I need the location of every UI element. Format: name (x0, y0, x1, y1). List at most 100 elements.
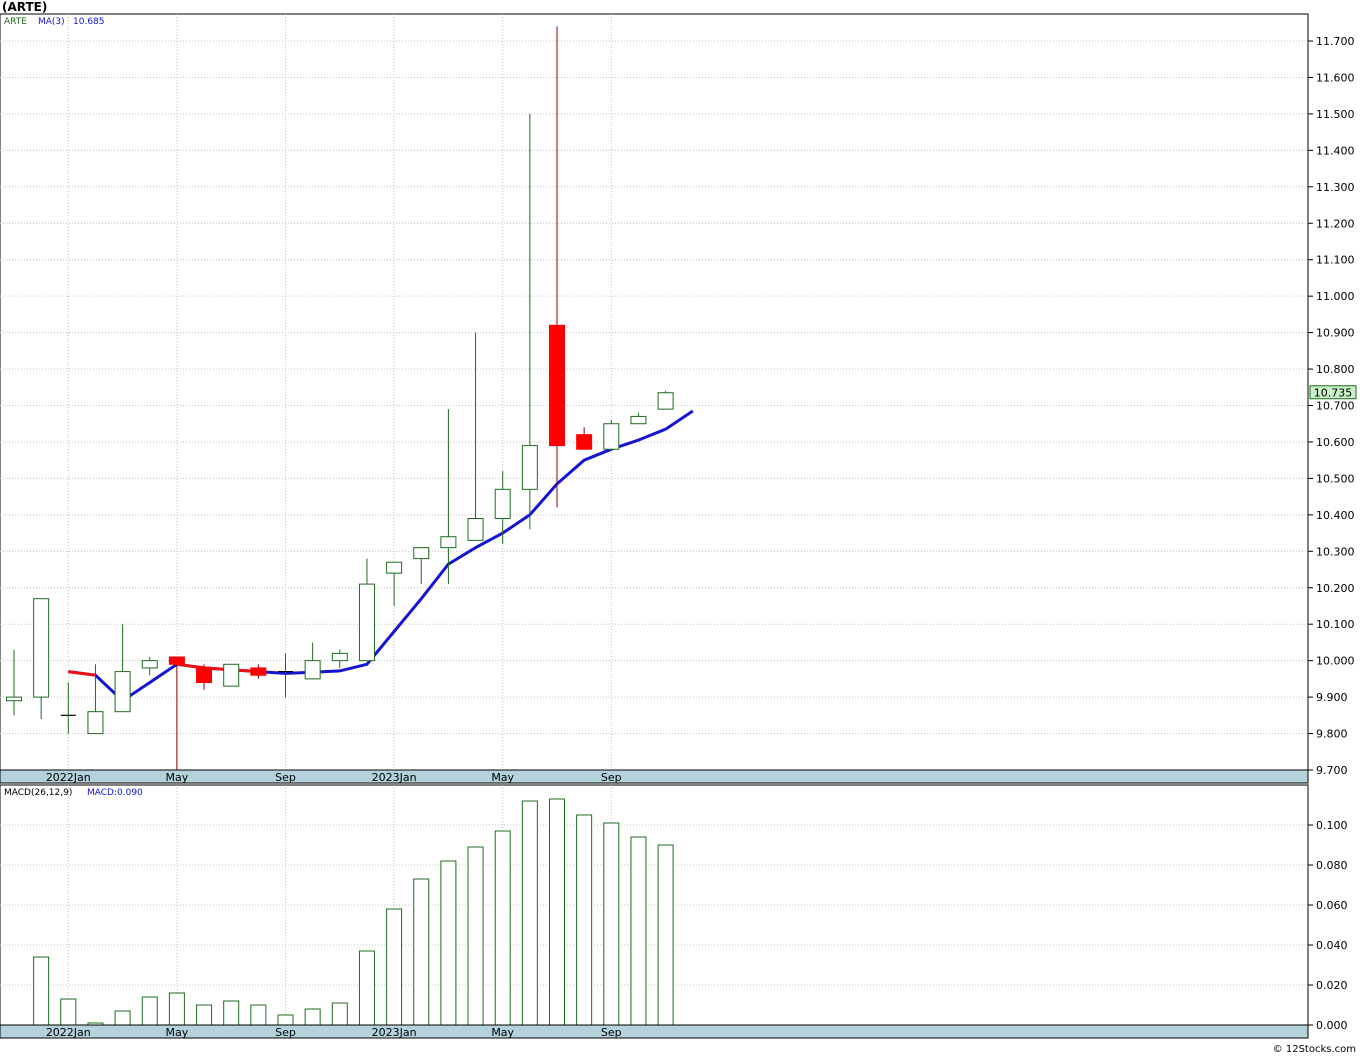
price-panel (0, 13, 1309, 771)
macd-y-tick-label: 0.020 (1316, 979, 1348, 992)
candle-body (386, 561, 403, 574)
macd-bar (467, 846, 484, 1026)
candle-body (6, 696, 22, 702)
candle-body (521, 445, 538, 490)
macd-bar (521, 800, 538, 1026)
price-x-tick-label: Sep (601, 771, 622, 784)
macd-bar (196, 1004, 213, 1026)
macd-bar (331, 1002, 348, 1026)
candle-body (141, 660, 158, 669)
macd-x-tick-label: 2022Jan (46, 1026, 91, 1039)
legend-ma-label: MA(3) (38, 17, 65, 27)
price-y-tick-label: 11.100 (1316, 254, 1355, 267)
macd-bar (549, 798, 565, 1026)
macd-bar (250, 1004, 267, 1026)
candle-body (549, 324, 565, 447)
macd-bar (141, 996, 158, 1026)
macd-bar (603, 822, 620, 1026)
price-y-tick-label: 11.200 (1316, 217, 1355, 230)
macd-y-axis-labels: 0.000 0.020 0.040 0.060 0.080 0.100 (1308, 819, 1348, 1032)
macd-x-tick-label: Sep (275, 1026, 296, 1039)
price-y-tick-label: 10.300 (1316, 545, 1355, 558)
legend-symbol: ARTE (4, 17, 27, 27)
price-x-tick-label: 2023Jan (372, 771, 417, 784)
candle-body (630, 415, 647, 425)
price-y-tick-label: 10.400 (1316, 509, 1355, 522)
price-y-tick-label: 10.900 (1316, 327, 1355, 340)
price-y-tick-label: 11.300 (1316, 181, 1355, 194)
candle-body (331, 652, 348, 662)
price-y-tick-label: 9.800 (1316, 728, 1348, 741)
macd-y-tick-label: 0.080 (1316, 859, 1348, 872)
macd-bar (386, 908, 403, 1026)
macd-bar (657, 844, 674, 1026)
candle-body (33, 598, 50, 698)
price-y-tick-label: 10.500 (1316, 472, 1355, 485)
candle-body (603, 423, 620, 450)
price-y-axis-labels: 9.700 9.800 9.900 10.000 10.100 10.200 10.300 1… (1308, 35, 1355, 777)
candle-body (196, 667, 213, 684)
price-x-tick-label: May (166, 771, 189, 784)
macd-bar (494, 830, 511, 1026)
macd-y-tick-label: 0.100 (1316, 819, 1348, 832)
macd-bar (440, 860, 457, 1026)
candle-body (576, 434, 593, 450)
price-x-tick-label: Sep (275, 771, 296, 784)
price-y-tick-label: 11.000 (1316, 290, 1355, 303)
price-y-tick-label: 9.700 (1316, 764, 1348, 777)
macd-y-tick-label: 0.040 (1316, 939, 1348, 952)
price-y-tick-label: 9.900 (1316, 691, 1348, 704)
macd-bar (413, 878, 430, 1026)
price-y-tick-label: 10.200 (1316, 582, 1355, 595)
candle-body (250, 667, 267, 676)
candle-body (87, 711, 104, 735)
candle-body (440, 536, 457, 549)
macd-bar (114, 1010, 131, 1026)
legend-ma-value: 10.685 (73, 17, 105, 27)
price-y-tick-label: 10.600 (1316, 436, 1355, 449)
macd-bar (168, 992, 185, 1026)
macd-bar (33, 956, 50, 1026)
last-price-tag: 10.735 (1309, 385, 1357, 400)
candle-body (657, 392, 674, 410)
chart-title: (ARTE) (2, 0, 47, 14)
price-y-tick-label: 10.100 (1316, 618, 1355, 631)
price-y-tick-label: 11.600 (1316, 71, 1355, 84)
price-x-tick-label: May (491, 771, 514, 784)
candle-body (494, 488, 511, 519)
price-y-tick-label: 10.800 (1316, 363, 1355, 376)
candle-body (467, 517, 484, 541)
price-y-tick-label: 10.700 (1316, 400, 1355, 413)
macd-bar (576, 814, 593, 1026)
candle-body (358, 583, 375, 662)
macd-bar (223, 1000, 240, 1026)
macd-date-axis (0, 1024, 1309, 1039)
candle-body (413, 547, 430, 560)
price-y-tick-label: 11.400 (1316, 144, 1355, 157)
macd-bar (60, 998, 77, 1026)
candle-body (223, 663, 240, 687)
price-y-tick-label: 10.000 (1316, 655, 1355, 668)
macd-bar (277, 1014, 294, 1026)
price-y-tick-label: 11.700 (1316, 35, 1355, 48)
last-price-value: 10.735 (1314, 387, 1353, 400)
macd-x-tick-label: May (166, 1026, 189, 1039)
legend-macd-label: MACD(26,12,9) (4, 788, 72, 798)
stock-chart: (ARTE) 2022Jan May Sep 2023Jan May Sep 9.7009… (0, 0, 1357, 1055)
macd-y-tick-label: 0.060 (1316, 899, 1348, 912)
macd-x-tick-label: Sep (601, 1026, 622, 1039)
price-x-tick-label: 2022Jan (46, 771, 91, 784)
macd-x-tick-label: 2023Jan (372, 1026, 417, 1039)
legend-macd-value: MACD:0.090 (87, 788, 143, 798)
macd-bar (630, 836, 647, 1026)
candle-body (168, 656, 185, 665)
candle-body (114, 671, 131, 713)
price-y-tick-label: 11.500 (1316, 108, 1355, 121)
macd-x-tick-label: May (491, 1026, 514, 1039)
macd-bar (358, 950, 375, 1026)
candle-body (304, 660, 321, 680)
price-date-axis (0, 769, 1309, 784)
footer-credit: © 12Stocks.com (1273, 1044, 1356, 1055)
macd-y-tick-label: 0.000 (1316, 1019, 1348, 1032)
macd-bar (304, 1008, 321, 1026)
